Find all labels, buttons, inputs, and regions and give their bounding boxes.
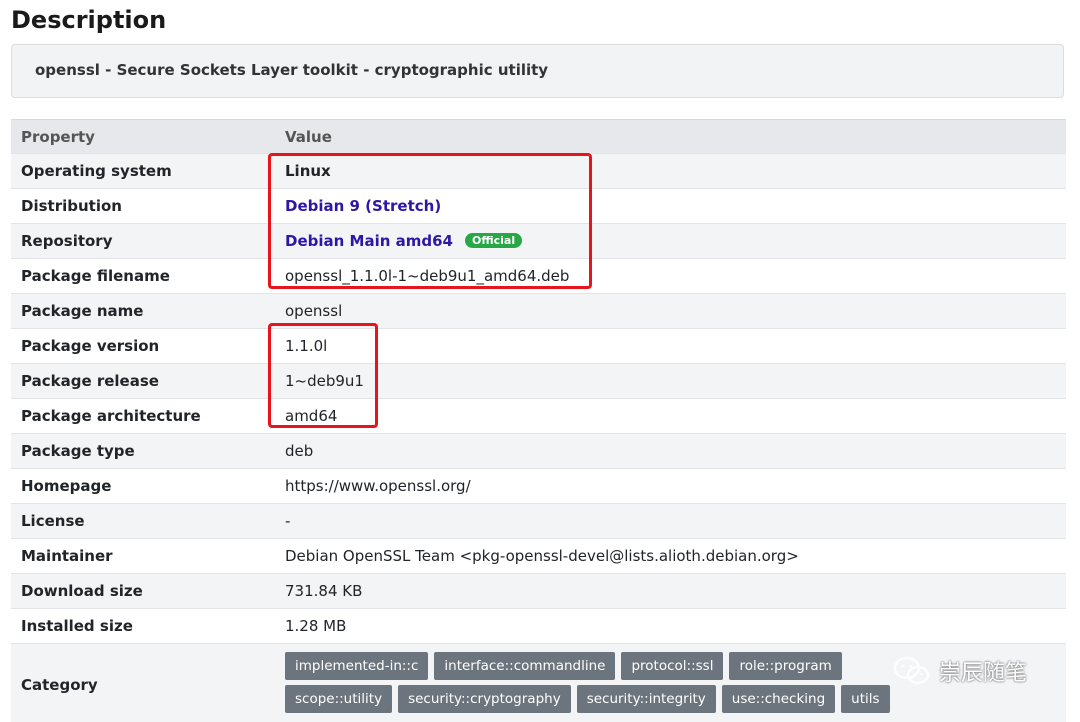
category-tag[interactable]: implemented-in::c	[285, 651, 429, 680]
package-name-value: openssl	[275, 293, 1066, 329]
category-tag[interactable]: use::checking	[721, 684, 836, 713]
category-tag[interactable]: interface::commandline	[434, 651, 616, 680]
homepage-value[interactable]: https://www.openssl.org/	[275, 468, 1066, 504]
table-row: Package architecture amd64	[11, 398, 1066, 434]
table-row: Homepage https://www.openssl.org/	[11, 468, 1066, 504]
property-label: Category	[11, 643, 275, 722]
property-label: Repository	[11, 223, 275, 259]
property-label: Package filename	[11, 258, 275, 294]
repository-link[interactable]: Debian Main amd64	[285, 232, 453, 250]
section-heading: Description	[11, 6, 167, 34]
property-label: License	[11, 503, 275, 539]
table-row: Repository Debian Main amd64 Official	[11, 223, 1066, 259]
property-label: Download size	[11, 573, 275, 609]
package-architecture-value: amd64	[275, 398, 1066, 434]
table-row: Operating system Linux	[11, 153, 1066, 189]
package-summary-box: openssl - Secure Sockets Layer toolkit -…	[11, 44, 1064, 98]
watermark: 崇辰随笔	[893, 655, 1027, 687]
property-label: Operating system	[11, 153, 275, 189]
maintainer-value: Debian OpenSSL Team <pkg-openssl-devel@l…	[275, 538, 1066, 574]
property-label: Package release	[11, 363, 275, 399]
package-detail-page: Description openssl - Secure Sockets Lay…	[0, 0, 1080, 722]
category-tag[interactable]: role::program	[729, 651, 842, 680]
os-text: Linux	[285, 162, 331, 180]
property-label: Package type	[11, 433, 275, 469]
package-release-value: 1~deb9u1	[275, 363, 1066, 399]
category-tag[interactable]: utils	[841, 684, 890, 713]
download-size-value: 731.84 KB	[275, 573, 1066, 609]
license-value: -	[275, 503, 1066, 539]
table-row: Package release 1~deb9u1	[11, 363, 1066, 399]
category-tags: implemented-in::c interface::commandline…	[285, 651, 935, 718]
property-label: Maintainer	[11, 538, 275, 574]
table-row: Package name openssl	[11, 293, 1066, 329]
package-version-value: 1.1.0l	[275, 328, 1066, 364]
category-tag[interactable]: scope::utility	[285, 684, 393, 713]
category-tag[interactable]: security::integrity	[576, 684, 716, 713]
property-label: Package architecture	[11, 398, 275, 434]
table-row: Maintainer Debian OpenSSL Team <pkg-open…	[11, 538, 1066, 574]
property-label: Distribution	[11, 188, 275, 224]
package-summary: openssl - Secure Sockets Layer toolkit -…	[35, 61, 549, 79]
package-filename-value: openssl_1.1.0l-1~deb9u1_amd64.deb	[275, 258, 1066, 294]
properties-table: Property Value Operating system Linux Di…	[11, 119, 1066, 722]
header-property: Property	[11, 119, 275, 154]
table-row: Distribution Debian 9 (Stretch)	[11, 188, 1066, 224]
watermark-text: 崇辰随笔	[939, 661, 1028, 686]
table-row: Package version 1.1.0l	[11, 328, 1066, 364]
wechat-icon	[893, 656, 930, 685]
table-row: License -	[11, 503, 1066, 539]
property-label: Homepage	[11, 468, 275, 504]
table-row: Download size 731.84 KB	[11, 573, 1066, 609]
table-row: Package type deb	[11, 433, 1066, 469]
operating-system-value: Linux	[275, 153, 1066, 189]
distribution-value: Debian 9 (Stretch)	[275, 188, 1066, 224]
header-value: Value	[275, 119, 1066, 154]
distribution-link[interactable]: Debian 9 (Stretch)	[285, 197, 441, 215]
package-type-value: deb	[275, 433, 1066, 469]
official-badge: Official	[464, 233, 523, 248]
property-label: Package name	[11, 293, 275, 329]
table-row: Installed size 1.28 MB	[11, 608, 1066, 644]
property-label: Installed size	[11, 608, 275, 644]
category-tag[interactable]: protocol::ssl	[621, 651, 724, 680]
table-row: Package filename openssl_1.1.0l-1~deb9u1…	[11, 258, 1066, 294]
property-label: Package version	[11, 328, 275, 364]
table-header-row: Property Value	[11, 119, 1066, 154]
repository-value: Debian Main amd64 Official	[275, 223, 1066, 259]
category-tag[interactable]: security::cryptography	[398, 684, 571, 713]
installed-size-value: 1.28 MB	[275, 608, 1066, 644]
